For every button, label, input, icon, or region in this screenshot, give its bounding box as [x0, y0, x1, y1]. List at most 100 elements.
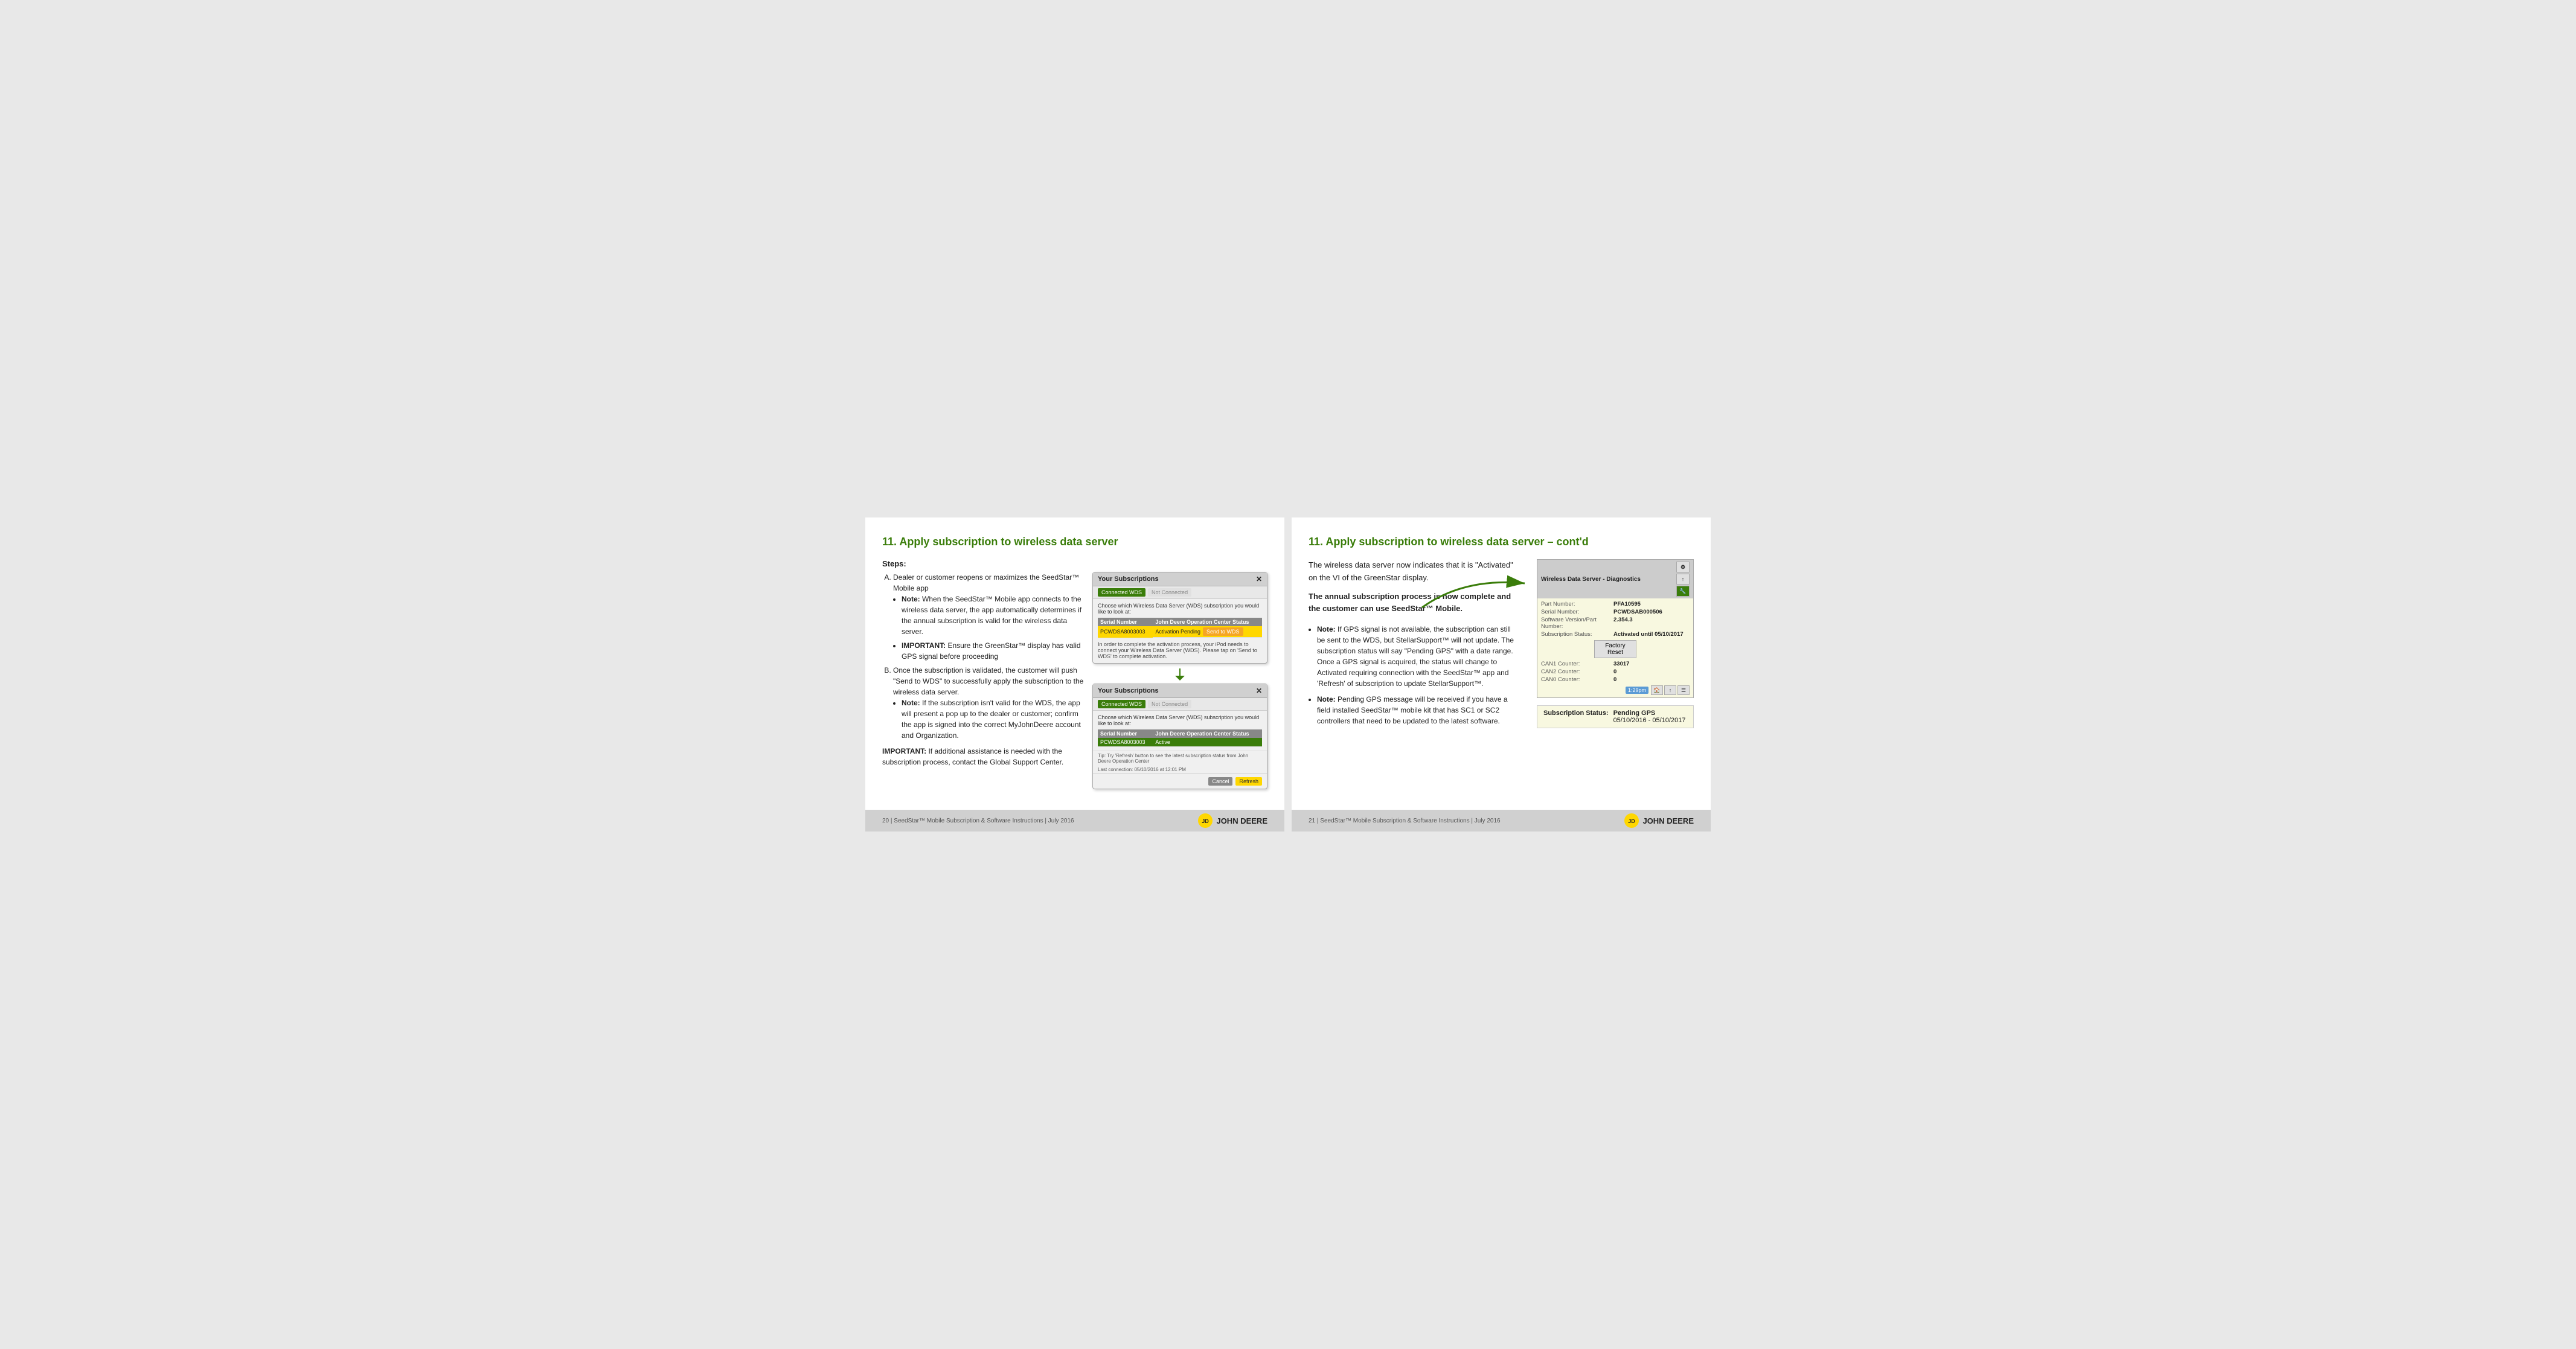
pages-container: 11. Apply subscription to wireless data … [865, 517, 1711, 832]
wds-diagnostics-panel: Wireless Data Server - Diagnostics ⚙ ↑ 🔧… [1537, 559, 1694, 698]
dialog-2-col-status: John Deere Operation Center Status [1153, 729, 1262, 738]
step-a-b1-bold: Note: [902, 595, 920, 603]
dialog-2: Your Subscriptions ✕ Connected WDS Not C… [1092, 684, 1267, 789]
up-nav-icon[interactable]: ↑ [1664, 685, 1676, 695]
dialog-2-row-1-status: Active [1153, 738, 1262, 747]
wds-part-number-label: Part Number: [1541, 601, 1613, 607]
dialog-2-close[interactable]: ✕ [1256, 687, 1262, 695]
dialog-1-row-1: PCWDSA8003003 Activation Pending Send to… [1098, 626, 1262, 638]
step-b-bullet-1: Note: If the subscription isn't valid fo… [902, 697, 1086, 741]
dialog-2-last-connection: Last connection: 05/10/2016 at 12:01 PM [1093, 766, 1267, 774]
home-nav-icon[interactable]: 🏠 [1651, 685, 1663, 695]
dialog-2-header: Your Subscriptions ✕ [1093, 684, 1267, 698]
right-content-wrapper: Wireless Data Server - Diagnostics ⚙ ↑ 🔧… [1309, 559, 1694, 728]
can2-value: 0 [1613, 668, 1616, 675]
green-arrow-svg [1416, 571, 1537, 620]
rb1-text: If GPS signal is not available, the subs… [1317, 625, 1514, 688]
left-page-footer: 20 | SeedStar™ Mobile Subscription & Sof… [865, 810, 1284, 832]
steps-label: Steps: [882, 559, 1267, 568]
can3-value: 0 [1613, 676, 1616, 683]
can2-row: CAN2 Counter: 0 [1541, 668, 1690, 675]
wds-subscription-row: Subscription Status: Activated until 05/… [1541, 631, 1690, 638]
dialog-1-body-note: In order to complete the activation proc… [1098, 641, 1262, 659]
step-b-text: Once the subscription is validated, the … [893, 666, 1083, 696]
wds-part-number-row: Part Number: PFA10595 [1541, 601, 1690, 607]
wds-software-value: 2.354.3 [1613, 617, 1633, 630]
rb1-bold: Note: [1317, 625, 1336, 633]
dialog-2-col-serial: Serial Number [1098, 729, 1153, 738]
wds-up-icon[interactable]: ↑ [1676, 574, 1690, 585]
time-badge: 1:29pm [1626, 687, 1648, 694]
factory-reset-button[interactable]: Factory Reset [1594, 640, 1636, 658]
page-left-title: 11. Apply subscription to wireless data … [882, 536, 1267, 548]
right-page-footer: 21 | SeedStar™ Mobile Subscription & Sof… [1292, 810, 1711, 832]
right-jd-logo: JD JOHN DEERE [1624, 813, 1694, 828]
can1-row: CAN1 Counter: 33017 [1541, 661, 1690, 667]
page-left: 11. Apply subscription to wireless data … [865, 517, 1284, 832]
dialog-1-col-status: John Deere Operation Center Status [1153, 618, 1262, 626]
dialog-2-body: Choose which Wireless Data Server (WDS) … [1093, 711, 1267, 751]
jd-icon-left: JD [1198, 813, 1213, 828]
subscription-status-value: Pending GPS [1613, 710, 1686, 717]
dialog-2-footer: Cancel Refresh [1093, 774, 1267, 789]
step-a-bullet-2: IMPORTANT: Ensure the GreenStar™ display… [902, 640, 1086, 662]
arrow-between-dialogs [1092, 668, 1267, 682]
dialog-2-tab-not-connected[interactable]: Not Connected [1148, 700, 1191, 708]
wds-part-number-value: PFA10595 [1613, 601, 1641, 607]
can3-row: CAN0 Counter: 0 [1541, 676, 1690, 683]
dialog-1-tab-not-connected[interactable]: Not Connected [1148, 588, 1191, 597]
dialog-2-desc: Choose which Wireless Data Server (WDS) … [1098, 714, 1262, 726]
can1-value: 33017 [1613, 661, 1629, 667]
dialog-2-tab-connected[interactable]: Connected WDS [1098, 700, 1145, 708]
dialog-2-table: Serial Number John Deere Operation Cente… [1098, 729, 1262, 747]
subscription-status-label: Subscription Status: [1543, 710, 1609, 717]
step-b: Once the subscription is validated, the … [893, 665, 1086, 741]
cancel-button[interactable]: Cancel [1208, 777, 1232, 786]
send-to-wds-button[interactable]: Send to WDS [1203, 627, 1243, 636]
step-a: Dealer or customer reopens or maximizes … [893, 572, 1086, 662]
dialog-2-title: Your Subscriptions [1098, 687, 1159, 694]
screenshot-area-left: Your Subscriptions ✕ Connected WDS Not C… [1092, 572, 1267, 794]
jd-icon-right: JD [1624, 813, 1639, 828]
step-b-b1-bold: Note: [902, 699, 920, 707]
dialog-1-header: Your Subscriptions ✕ [1093, 572, 1267, 586]
wds-diag-icon[interactable]: 🔧 [1676, 586, 1690, 597]
dialog-1-close[interactable]: ✕ [1256, 575, 1262, 583]
nav-icons: 🏠 ↑ ☰ [1651, 685, 1690, 695]
important-note: IMPORTANT: If additional assistance is n… [882, 746, 1086, 767]
subscription-date-range: 05/10/2016 - 05/10/2017 [1613, 717, 1686, 724]
wds-setup-icon[interactable]: ⚙ [1676, 562, 1690, 572]
wds-software-row: Software Version/Part Number: 2.354.3 [1541, 617, 1690, 630]
left-content-area: Dealer or customer reopens or maximizes … [882, 572, 1267, 794]
wds-software-label: Software Version/Part Number: [1541, 617, 1613, 630]
left-text-area: Dealer or customer reopens or maximizes … [882, 572, 1086, 794]
can3-label: CAN0 Counter: [1541, 676, 1613, 683]
page-right: 11. Apply subscription to wireless data … [1292, 517, 1711, 832]
dialog-2-row-1: PCWDSA8003003 Active [1098, 738, 1262, 747]
right-jd-logo-text: JOHN DEERE [1642, 816, 1694, 825]
settings-nav-icon[interactable]: ☰ [1677, 685, 1690, 695]
wds-serial-row: Serial Number: PCWDSAB000506 [1541, 609, 1690, 615]
wds-panel-body: Part Number: PFA10595 Serial Number: PCW… [1537, 598, 1693, 697]
dialog-1-tab-connected[interactable]: Connected WDS [1098, 588, 1145, 597]
can1-label: CAN1 Counter: [1541, 661, 1613, 667]
wds-bottom-bar: 1:29pm 🏠 ↑ ☰ [1541, 685, 1690, 695]
refresh-button[interactable]: Refresh [1235, 777, 1262, 786]
rb2-bold: Note: [1317, 695, 1336, 703]
wds-panel-header: Wireless Data Server - Diagnostics ⚙ ↑ 🔧 [1537, 560, 1693, 598]
wds-panel-wrapper: Wireless Data Server - Diagnostics ⚙ ↑ 🔧… [1528, 559, 1694, 728]
dialog-1-body: Choose which Wireless Data Server (WDS) … [1093, 599, 1267, 663]
svg-text:JD: JD [1629, 818, 1636, 824]
wds-panel-title: Wireless Data Server - Diagnostics [1541, 576, 1641, 583]
step-a-bullet-1: Note: When the SeedStar™ Mobile app conn… [902, 594, 1086, 637]
subscription-status-box: Subscription Status: Pending GPS 05/10/2… [1537, 705, 1694, 728]
left-jd-logo: JD JOHN DEERE [1198, 813, 1267, 828]
wds-subscription-value: Activated until 05/10/2017 [1613, 631, 1684, 638]
dialog-1-table: Serial Number John Deere Operation Cente… [1098, 618, 1262, 638]
dialog-1-col-serial: Serial Number [1098, 618, 1153, 626]
rb2-text: Pending GPS message will be received if … [1317, 695, 1508, 725]
dialog-1-desc: Choose which Wireless Data Server (WDS) … [1098, 603, 1262, 615]
important-label: IMPORTANT: [882, 747, 928, 755]
wds-subscription-label: Subscription Status: [1541, 631, 1613, 638]
wds-serial-label: Serial Number: [1541, 609, 1613, 615]
